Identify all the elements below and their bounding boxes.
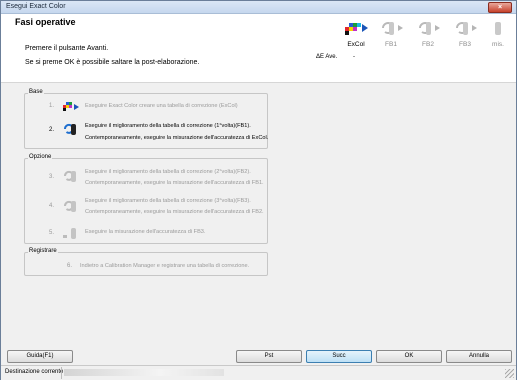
title-bar: Esegui Exact Color × xyxy=(1,1,516,14)
step-description-2: Contemporaneamente, eseguire la misurazi… xyxy=(85,209,264,215)
step-description: Eseguire il miglioramento della tabella … xyxy=(85,169,251,175)
help-button[interactable]: Guida(F1) xyxy=(7,350,73,363)
step-description-2: Contemporaneamente, eseguire la misurazi… xyxy=(85,180,264,186)
previous-button[interactable]: Pst xyxy=(236,350,302,363)
step-fb1: FB1 xyxy=(374,17,408,53)
delta-e-label: ΔE Ave. xyxy=(316,54,338,60)
group-title: Opzione xyxy=(28,154,53,160)
step-description: Eseguire Exact Color creare una tabella … xyxy=(85,103,238,109)
group-title: Base xyxy=(28,89,44,95)
color-chart-icon xyxy=(63,102,79,111)
group-registrare: Registrare 6. Indietro a Calibration Man… xyxy=(24,248,268,276)
step-number: 6. xyxy=(67,263,73,269)
step-fb3: FB3 xyxy=(448,17,482,53)
status-separator xyxy=(61,367,62,379)
step-label: mis. xyxy=(492,41,504,48)
step-measure: mis. xyxy=(481,17,515,53)
status-progress xyxy=(64,369,224,376)
step-label: ExCol xyxy=(347,41,365,48)
delta-e-value: - xyxy=(353,54,355,60)
step-number: 4. xyxy=(49,203,55,209)
refresh-device-icon xyxy=(419,22,440,35)
measure-device-icon xyxy=(63,228,76,239)
measure-device-icon xyxy=(495,22,501,35)
refresh-device-icon xyxy=(63,123,76,135)
color-chart-icon xyxy=(345,23,368,35)
resize-grip-icon[interactable] xyxy=(505,369,514,378)
next-button[interactable]: Succ xyxy=(306,350,372,363)
step-label: FB1 xyxy=(385,41,397,48)
step-number: 3. xyxy=(49,174,55,180)
refresh-device-icon xyxy=(456,22,477,35)
step-number: 5. xyxy=(49,230,55,236)
step-description: Eseguire il miglioramento della tabella … xyxy=(85,198,251,204)
hint-text: Se si preme OK è possibile saltare la po… xyxy=(25,59,200,66)
group-opzione: Opzione 3. Eseguire il miglioramento del… xyxy=(24,154,268,244)
header-panel: Fasi operative Premere il pulsante Avant… xyxy=(1,14,516,83)
group-title: Registrare xyxy=(28,248,58,254)
status-bar: Destinazione corrente xyxy=(1,365,516,380)
status-text: Destinazione corrente xyxy=(5,369,64,375)
cancel-button[interactable]: Annulla xyxy=(446,350,512,363)
refresh-device-icon xyxy=(382,22,403,35)
refresh-device-icon xyxy=(63,200,76,212)
group-base: Base 1. Eseguire Exact Color creare una … xyxy=(24,89,269,149)
step-description: Indietro a Calibration Manager e registr… xyxy=(80,263,250,269)
page-title: Fasi operative xyxy=(15,17,76,27)
instruction-text: Premere il pulsante Avanti. xyxy=(25,45,109,52)
refresh-device-icon xyxy=(63,170,76,182)
step-number: 2. xyxy=(49,127,55,133)
step-excol: ExCol xyxy=(339,17,373,53)
step-number: 1. xyxy=(49,103,55,109)
ok-button[interactable]: OK xyxy=(376,350,442,363)
close-button[interactable]: × xyxy=(488,2,512,13)
step-label: FB3 xyxy=(459,41,471,48)
step-description: Eseguire la misurazione dell'accuratezza… xyxy=(85,229,206,235)
window-title: Esegui Exact Color xyxy=(6,3,66,10)
step-description-2: Contemporaneamente, eseguire la misurazi… xyxy=(85,135,269,141)
step-fb2: FB2 xyxy=(411,17,445,53)
step-description: Eseguire il miglioramento della tabella … xyxy=(85,123,251,129)
exact-color-dialog: Esegui Exact Color × Fasi operative Prem… xyxy=(0,0,517,380)
step-label: FB2 xyxy=(422,41,434,48)
